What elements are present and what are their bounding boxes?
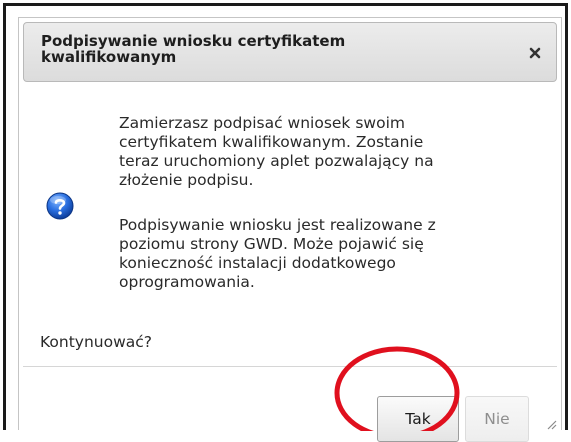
close-icon[interactable] — [528, 46, 542, 60]
continue-prompt: Kontynuować? — [40, 333, 153, 351]
no-button[interactable]: Nie — [465, 396, 529, 442]
page-background: Podpisywanie wniosku certyfikatem kwalif… — [0, 0, 571, 442]
button-pane-divider — [23, 366, 557, 367]
dialog-content: Zamierzasz podpisać wniosek swoim certyf… — [23, 84, 557, 442]
message-paragraph-1: Zamierzasz podpisać wniosek swoim certyf… — [119, 114, 434, 189]
confirm-dialog: Podpisywanie wniosku certyfikatem kwalif… — [18, 17, 562, 442]
yes-button[interactable]: Tak — [377, 396, 459, 442]
resize-grip-icon[interactable] — [545, 418, 557, 430]
message-paragraph-2: Podpisywanie wniosku jest realizowane z … — [119, 216, 436, 291]
question-icon — [46, 192, 74, 220]
dialog-title: Podpisywanie wniosku certyfikatem kwalif… — [41, 32, 346, 66]
dialog-titlebar[interactable]: Podpisywanie wniosku certyfikatem kwalif… — [23, 22, 557, 82]
